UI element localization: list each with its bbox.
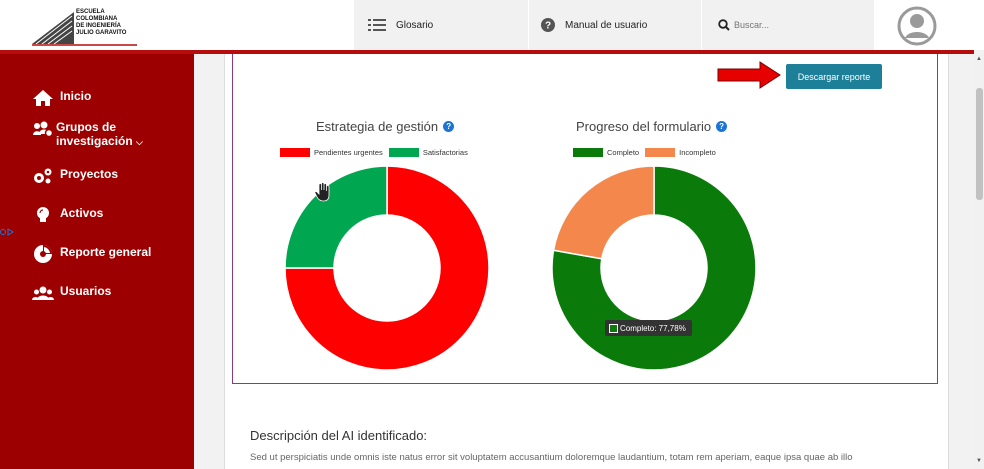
donut-chart-progreso[interactable]	[551, 165, 757, 371]
chart2-title-group: Progreso del formulario ?	[576, 119, 728, 134]
sidebar-item-reporte[interactable]: Reporte general	[32, 245, 151, 263]
legend-label: Pendientes urgentes	[314, 148, 383, 157]
sidebar-item-usuarios[interactable]: Usuarios	[32, 284, 111, 302]
chart2-title: Progreso del formulario	[576, 119, 712, 134]
legend-label: Satisfactorias	[422, 148, 468, 157]
sidebar-item-activos[interactable]: Activos	[32, 206, 103, 224]
lightbulb-icon	[32, 206, 54, 224]
sidebar-item-proyectos[interactable]: Proyectos	[32, 167, 118, 185]
description-title: Descripción del AI identificado:	[250, 428, 428, 443]
sidebar-item-label: Reporte general	[60, 245, 152, 259]
legend-swatch	[388, 148, 419, 157]
legend-swatch	[645, 148, 676, 157]
sidebar-item-label: Activos	[60, 206, 104, 220]
sidebar-item-label: Inicio	[60, 89, 92, 103]
nav-glosario[interactable]: Glosario	[354, 0, 528, 50]
search-box[interactable]	[702, 0, 874, 50]
tooltip-text: Completo: 77,78%	[620, 323, 686, 333]
sidebar-item-label: Grupos de investigación	[56, 120, 133, 148]
legend-item[interactable]: Pendientes urgentes	[280, 148, 383, 157]
scroll-down-icon[interactable]: ▼	[976, 458, 982, 464]
nav-manual[interactable]: ? Manual de usuario	[529, 0, 701, 50]
logo-line: de Ingeniería	[76, 23, 122, 29]
sidebar-item-label: Proyectos	[60, 167, 119, 181]
chart-pie-icon	[32, 245, 54, 263]
users-icon	[32, 284, 54, 302]
legend-label: Incompleto	[679, 148, 716, 157]
logo-line: Escuela	[76, 9, 105, 15]
donut-slice-incompleto[interactable]	[552, 165, 655, 260]
question-circle-icon: ?	[541, 18, 555, 32]
donut-slice-satisfactorias[interactable]	[284, 165, 388, 269]
user-avatar-icon[interactable]	[897, 6, 937, 46]
home-icon	[32, 89, 54, 107]
legend-label: Completo	[607, 148, 640, 157]
legend-swatch	[573, 148, 603, 157]
help-icon[interactable]: ?	[443, 121, 455, 132]
svg-text:?: ?	[545, 21, 551, 32]
legend-item[interactable]: Completo	[573, 148, 639, 157]
description-text: Sed ut perspiciatis unde omnis iste natu…	[250, 452, 853, 463]
chart2-legend: Completo Incompleto	[573, 148, 722, 157]
tooltip-swatch	[609, 323, 618, 333]
hand-cursor-icon	[314, 182, 330, 202]
school-name: Escuela Colombiana de Ingeniería Julio G…	[76, 9, 126, 37]
legend-item[interactable]: Satisfactorias	[388, 148, 468, 157]
nav-glosario-label: Glosario	[396, 19, 434, 31]
download-report-button[interactable]: Descargar reporte	[786, 64, 882, 89]
red-arrow-annotation-icon	[717, 61, 781, 89]
list-icon	[368, 18, 386, 32]
logo-line: Colombiana	[76, 16, 118, 22]
chart1-legend: Pendientes urgentes Satisfactorias	[280, 148, 474, 157]
legend-swatch	[280, 148, 310, 157]
users-cog-icon	[32, 120, 54, 138]
logo-line: Julio Garavito	[76, 30, 127, 36]
sidebar-item-grupos[interactable]: Grupos de investigación ⌵	[32, 120, 156, 149]
chart-tooltip: Completo: 77,78%	[605, 320, 692, 336]
sidebar-item-label: Usuarios	[60, 284, 112, 298]
legend-item[interactable]: Incompleto	[645, 148, 716, 157]
chart1-title: Estrategia de gestión	[316, 119, 439, 134]
search-input[interactable]	[734, 20, 844, 30]
scrollbar-thumb[interactable]	[976, 88, 983, 200]
sidebar-item-inicio[interactable]: Inicio	[32, 89, 91, 107]
search-icon	[718, 19, 730, 31]
scroll-up-icon[interactable]: ▲	[976, 56, 982, 62]
cogs-icon	[32, 167, 54, 185]
nav-manual-label: Manual de usuario	[565, 19, 648, 31]
sidebar-toggle-icon[interactable]	[0, 228, 14, 236]
chart1-title-group: Estrategia de gestión ?	[316, 119, 455, 134]
chevron-down-icon: ⌵	[136, 137, 143, 147]
help-icon[interactable]: ?	[716, 121, 728, 132]
